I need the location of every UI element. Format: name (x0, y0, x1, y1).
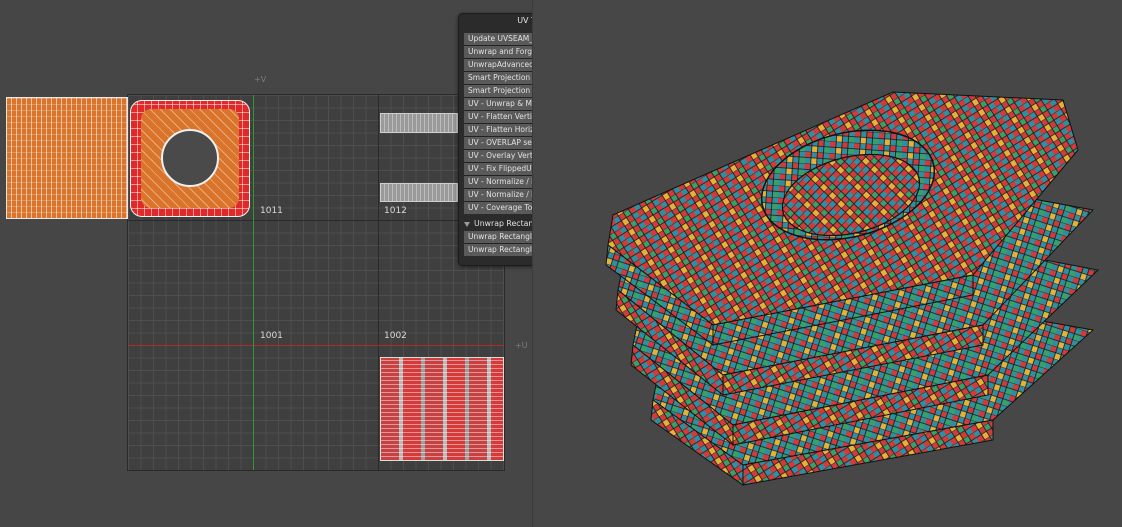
uv-island[interactable] (130, 100, 250, 217)
uv-island[interactable] (380, 357, 504, 461)
v-axis-line (253, 95, 254, 470)
udim-label-1011: 1011 (260, 206, 283, 216)
smart-projection-cylindrical-button[interactable]: Smart Projection Cylindrical (464, 85, 532, 97)
fix-flipped-uv-island-button[interactable]: UV - Fix FlippedUV Island on U (464, 163, 532, 175)
u-axis-tag: +U (515, 341, 528, 350)
flatten-vertical-edges-button[interactable]: UV - Flatten Vertical Edges (464, 111, 532, 123)
overlay-vertex-button[interactable]: UV - Overlay Vertex (464, 150, 532, 162)
textured-mesh[interactable] (533, 0, 1122, 527)
collapse-arrow-icon[interactable] (464, 221, 470, 227)
unwrap-rectangle-horizontal-button[interactable]: Unwrap Rectangle Horizontal (464, 231, 532, 243)
unwrap-advanced-button[interactable]: UnwrapAdvanced (464, 59, 532, 71)
coverage-toggle-button[interactable]: UV - Coverage Toggle (464, 202, 532, 214)
uv-island[interactable] (380, 113, 458, 133)
udim-label-1002: 1002 (384, 331, 407, 341)
section-header-label: Unwrap Rectangle Poly Selection (474, 219, 532, 228)
normalize-pack-button[interactable]: UV - Normalize / Pack (464, 176, 532, 188)
udim-label-1012: 1012 (384, 206, 407, 216)
uv-island[interactable] (6, 97, 128, 219)
flatten-horizontal-edges-button[interactable]: UV - Flatten Horizontal Edges (464, 124, 532, 136)
v-axis-tag: +V (254, 75, 267, 84)
uv-island[interactable] (380, 183, 458, 202)
uv-editor-viewport[interactable]: +V +U 1011 1012 1001 1002 UV Tools Updat… (0, 0, 532, 527)
update-uvseam-selset-button[interactable]: Update UVSEAM_SelSet (464, 33, 532, 45)
perspective-viewport[interactable] (533, 0, 1122, 527)
unwrap-rectangle-vertical-button[interactable]: Unwrap Rectangle Vertical (464, 244, 532, 256)
udim-tile-border (128, 220, 504, 221)
unwrap-rectangle-button-list: Unwrap Rectangle Horizontal Unwrap Recta… (464, 231, 532, 256)
unwrap-move-side-left-button[interactable]: UV - Unwrap & Move to Side Left (464, 98, 532, 110)
u-axis-line (128, 345, 504, 346)
normalize-pack-set-td-button[interactable]: UV - Normalize / Pack / Set TD (464, 189, 532, 201)
panel-title: UV Tools (517, 16, 532, 25)
smart-projection-unwrap-button[interactable]: Smart Projection / Unwrap (464, 72, 532, 84)
section-header-unwrap-rectangle[interactable]: Unwrap Rectangle Poly Selection (464, 218, 532, 230)
udim-label-1001: 1001 (260, 331, 283, 341)
uv-tools-panel[interactable]: UV Tools Update UVSEAM_SelSet Unwrap and… (458, 13, 532, 266)
overlap-selection-button[interactable]: UV - OVERLAP selection (464, 137, 532, 149)
uv-tools-button-list: Update UVSEAM_SelSet Unwrap and Forget U… (464, 33, 532, 214)
udim-tile-border (378, 95, 379, 470)
unwrap-and-forget-button[interactable]: Unwrap and Forget (464, 46, 532, 58)
